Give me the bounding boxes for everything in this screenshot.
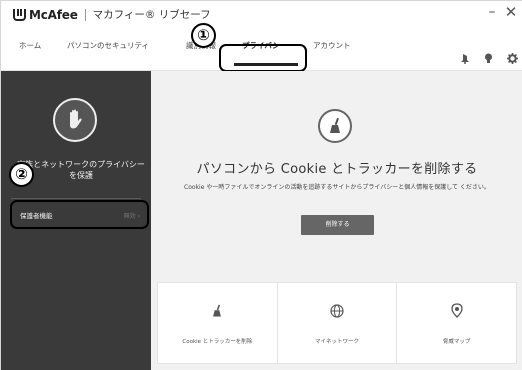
card-threat-map[interactable]: 脅威マップ: [397, 283, 516, 363]
callout-number-1: ①: [191, 23, 216, 48]
notification-icon[interactable]: [460, 53, 470, 67]
delete-button[interactable]: 削除する: [301, 215, 374, 235]
feature-cards: Cookie とトラッカーを削除 マイネットワーク 脅威マップ: [157, 282, 517, 364]
sidebar-divider: [11, 198, 141, 199]
logo-text: McAfee: [29, 7, 78, 22]
callout-number-2: ②: [9, 162, 34, 187]
title-divider: [84, 8, 86, 21]
card-my-network[interactable]: マイネットワーク: [278, 283, 398, 363]
map-pin-icon: [397, 303, 516, 322]
tab-pc-security[interactable]: パソコンのセキュリティ: [67, 40, 149, 51]
card-cookie-tracker[interactable]: Cookie とトラッカーを削除: [158, 283, 278, 363]
globe-icon: [278, 303, 397, 322]
app-logo: McAfee マカフィー® リブセーフ: [13, 7, 211, 22]
sidebar-description: 家族とネットワークのプライバシーを保護: [17, 160, 145, 180]
mcafee-window: McAfee マカフィー® リブセーフ – ✕ ホーム パソコンのセキュリティ …: [0, 0, 522, 370]
title-bar: McAfee マカフィー® リブセーフ – ✕: [1, 1, 522, 27]
card-label: 脅威マップ: [442, 339, 471, 345]
callout-box-parental-controls: [10, 200, 149, 229]
main-description: Cookie や一時ファイルでオンラインの活動を追跡するサイトからプライバシーと…: [184, 184, 490, 191]
settings-gear-icon[interactable]: [507, 53, 518, 67]
main-heading: パソコンから Cookie とトラッカーを削除する: [196, 162, 478, 177]
lightbulb-icon[interactable]: [484, 53, 493, 67]
tab-account[interactable]: アカウント: [313, 40, 351, 51]
minimize-button[interactable]: –: [485, 4, 499, 20]
mcafee-logo-icon: [13, 8, 26, 21]
stop-hand-icon: [53, 98, 97, 142]
window-title: マカフィー® リブセーフ: [92, 9, 211, 21]
broom-icon: [318, 109, 352, 143]
card-label: マイネットワーク: [315, 339, 360, 345]
callout-box-privacy-tab: [219, 44, 307, 72]
broom-icon: [158, 303, 277, 322]
tab-home[interactable]: ホーム: [19, 40, 41, 51]
close-button[interactable]: ✕: [504, 3, 518, 21]
card-label: Cookie とトラッカーを削除: [182, 339, 253, 345]
